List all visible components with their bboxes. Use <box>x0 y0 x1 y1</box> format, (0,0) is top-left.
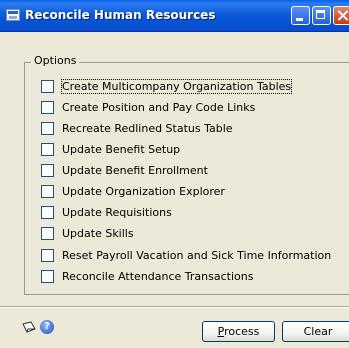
option-label: Update Benefit Enrollment <box>62 164 208 177</box>
close-button[interactable] <box>333 6 349 25</box>
options-legend: Options <box>31 54 80 67</box>
checkbox[interactable] <box>41 227 54 240</box>
process-label-rest: rocess <box>224 325 260 338</box>
note-icon[interactable] <box>22 321 36 333</box>
option-label: Create Multicompany Organization Tables <box>60 79 293 94</box>
option-label: Create Position and Pay Code Links <box>62 101 256 114</box>
option-label: Update Organization Explorer <box>62 185 225 198</box>
option-label: Reset Payroll Vacation and Sick Time Inf… <box>62 249 332 262</box>
checkbox[interactable] <box>41 185 54 198</box>
option-label: Recreate Redlined Status Table <box>62 122 233 135</box>
checkbox[interactable] <box>41 206 54 219</box>
checkbox[interactable] <box>41 164 54 177</box>
minimize-button[interactable] <box>291 6 310 25</box>
title-bar[interactable]: Reconcile Human Resources <box>0 0 349 32</box>
checkbox[interactable] <box>41 249 54 262</box>
option-label: Update Requisitions <box>62 206 172 219</box>
footer-separator <box>0 306 349 308</box>
help-icon[interactable]: ? <box>40 320 54 334</box>
maximize-button[interactable] <box>312 6 331 25</box>
checkbox[interactable] <box>41 80 54 93</box>
window-icon <box>6 9 20 21</box>
checkbox[interactable] <box>41 270 54 283</box>
reconcile-window: Reconcile Human Resources Options Create… <box>0 0 349 348</box>
process-button[interactable]: Process <box>202 321 275 342</box>
option-label: Reconcile Attendance Transactions <box>62 270 254 283</box>
option-label: Update Skills <box>62 227 134 240</box>
checkbox[interactable] <box>41 101 54 114</box>
option-label: Update Benefit Setup <box>62 143 181 156</box>
checkbox[interactable] <box>41 122 54 135</box>
checkbox[interactable] <box>41 143 54 156</box>
window-title: Reconcile Human Resources <box>25 8 216 22</box>
clear-button[interactable]: Clear <box>282 321 349 342</box>
